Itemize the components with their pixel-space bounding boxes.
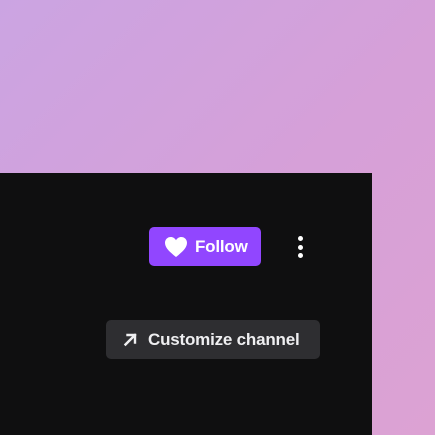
customize-channel-button[interactable]: Customize channel [106,320,320,359]
more-options-button[interactable] [289,234,311,260]
vertical-ellipsis-icon [297,236,303,241]
arrow-up-right-icon [123,333,137,347]
customize-channel-label: Customize channel [148,329,300,349]
vertical-ellipsis-dot [297,253,303,258]
heart-icon [165,236,187,257]
follow-button[interactable]: Follow [149,227,261,266]
channel-header-panel: Follow Customize channel [0,173,372,435]
vertical-ellipsis-dot [297,244,303,250]
follow-button-label: Follow [195,236,248,256]
